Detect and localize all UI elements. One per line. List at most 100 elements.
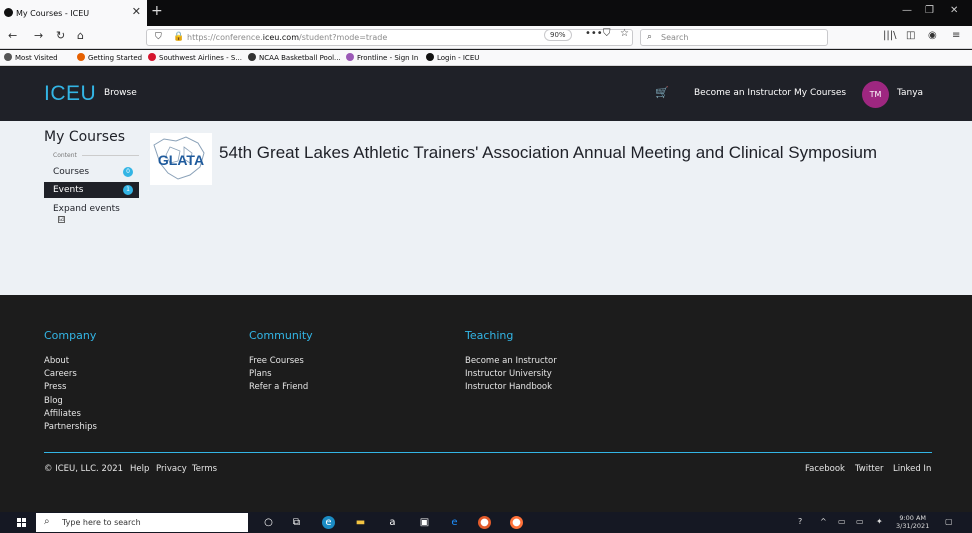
clock-date: 3/31/2021 — [896, 522, 930, 530]
search-input[interactable]: ⌕ Search — [640, 29, 828, 46]
taskbar-search-input[interactable]: ⌕ Type here to search — [36, 513, 248, 532]
network-icon[interactable]: ▭ — [838, 517, 846, 526]
back-icon[interactable]: ← — [8, 29, 17, 42]
internet-explorer-icon[interactable]: e — [448, 516, 461, 529]
edge-icon[interactable]: e — [322, 516, 335, 529]
menu-icon[interactable]: ≡ — [952, 30, 960, 41]
footer-link-facebook[interactable]: Facebook — [805, 464, 845, 474]
footer-link-terms[interactable]: Terms — [192, 464, 217, 474]
expand-events-label: Expand events — [53, 204, 120, 214]
footer-link-become-instructor[interactable]: Become an Instructor — [465, 356, 557, 366]
count-badge: 1 — [123, 185, 133, 195]
divider — [82, 155, 139, 156]
footer-link-instructor-handbook[interactable]: Instructor Handbook — [465, 382, 552, 392]
pocket-icon[interactable]: ⛉ — [603, 28, 611, 39]
search-icon: ⌕ — [44, 516, 50, 527]
bookmark-item[interactable]: NCAA Basketball Pool... — [248, 53, 341, 62]
iceu-logo[interactable]: ICEU — [44, 82, 96, 106]
minimize-icon[interactable]: — — [902, 5, 912, 16]
battery-icon[interactable]: ▭ — [856, 517, 864, 526]
file-explorer-icon[interactable]: ▬ — [354, 516, 367, 529]
footer-divider — [44, 452, 932, 453]
tab-title: My Courses - ICEU — [16, 8, 90, 18]
site-header: ICEU Browse 🛒 Become an Instructor My Co… — [0, 67, 972, 121]
footer-heading-teaching: Teaching — [465, 329, 514, 342]
footer-link-refer-a-friend[interactable]: Refer a Friend — [249, 382, 308, 392]
user-name[interactable]: Tanya — [897, 88, 923, 98]
footer-heading-company: Company — [44, 329, 97, 342]
chevron-up-icon[interactable]: ^ — [820, 517, 827, 526]
cortana-icon[interactable]: ○ — [262, 516, 275, 529]
tab-my-courses[interactable]: My Courses - ICEU ✕ — [0, 0, 147, 26]
system-clock[interactable]: 9:00 AM 3/31/2021 — [896, 514, 929, 530]
footer-link-careers[interactable]: Careers — [44, 369, 77, 379]
footer-link-privacy[interactable]: Privacy — [156, 464, 187, 474]
help-icon[interactable]: ? — [798, 517, 802, 526]
store-icon[interactable]: ▣ — [418, 516, 431, 529]
sidebar-item-courses[interactable]: Courses 0 — [44, 164, 139, 180]
become-instructor-link[interactable]: Become an Instructor — [694, 88, 791, 98]
footer-link-blog[interactable]: Blog — [44, 396, 63, 406]
page-actions-icon[interactable]: ••• — [585, 28, 603, 39]
zoom-level[interactable]: 90% — [544, 29, 572, 41]
bookmark-item[interactable]: Getting Started — [77, 53, 142, 62]
search-icon: ⌕ — [647, 32, 653, 42]
bookmark-item[interactable]: Frontline - Sign In — [346, 53, 418, 62]
lock-icon[interactable]: 🔒 — [173, 32, 184, 42]
close-window-icon[interactable]: ✕ — [950, 5, 958, 16]
cart-icon[interactable]: 🛒 — [655, 86, 669, 99]
bookmark-item[interactable]: Login - ICEU — [426, 53, 479, 62]
iceu-favicon-icon — [4, 8, 13, 17]
content-label: Content — [53, 152, 77, 159]
globe-icon — [248, 53, 256, 61]
windows-start-icon[interactable] — [17, 518, 26, 527]
sidebar-item-events[interactable]: Events 1 — [44, 182, 139, 198]
footer-link-press[interactable]: Press — [44, 382, 66, 392]
copyright: © ICEU, LLC. 2021 — [44, 464, 124, 474]
restore-icon[interactable]: ❐ — [925, 5, 934, 16]
course-logo[interactable]: GLATA — [150, 133, 212, 185]
frontline-icon — [346, 53, 354, 61]
firefox-icon — [77, 53, 85, 61]
bookmark-item[interactable]: Most Visited — [4, 53, 58, 62]
firefox-icon[interactable]: ● — [510, 516, 523, 529]
amazon-icon[interactable]: a — [386, 516, 399, 529]
course-title[interactable]: 54th Great Lakes Athletic Trainers' Asso… — [219, 143, 919, 162]
footer-link-partnerships[interactable]: Partnerships — [44, 422, 97, 432]
notifications-icon[interactable]: ▢ — [945, 517, 953, 526]
footer-link-linkedin[interactable]: Linked In — [893, 464, 931, 474]
avatar[interactable]: TM — [862, 81, 889, 108]
task-view-icon[interactable]: ⧉ — [290, 516, 303, 529]
footer-link-plans[interactable]: Plans — [249, 369, 272, 379]
bookmarks-toolbar: Most Visited Getting Started Southwest A… — [0, 50, 972, 66]
page-title: My Courses — [44, 129, 125, 145]
footer-link-about[interactable]: About — [44, 356, 69, 366]
bookmark-star-icon[interactable]: ☆ — [620, 28, 629, 39]
footer-link-instructor-university[interactable]: Instructor University — [465, 369, 552, 379]
dropbox-icon[interactable]: ✦ — [876, 517, 883, 526]
windows-taskbar: ⌕ Type here to search ○ ⧉ e ▬ a ▣ e ● ● … — [0, 512, 972, 533]
bookmark-item[interactable]: Southwest Airlines - S... — [148, 53, 242, 62]
browse-link[interactable]: Browse — [104, 88, 137, 98]
iceu-icon — [426, 53, 434, 61]
navigation-bar: ← → ↻ ⌂ ⛉ 🔒 https://conference.iceu.com/… — [0, 26, 972, 49]
footer-link-affiliates[interactable]: Affiliates — [44, 409, 81, 419]
tracking-shield-icon[interactable]: ⛉ — [155, 32, 162, 42]
close-tab-icon[interactable]: ✕ — [132, 5, 141, 18]
new-tab-button[interactable]: + — [151, 3, 163, 19]
heart-icon — [148, 53, 156, 61]
chrome-icon[interactable]: ● — [478, 516, 491, 529]
url-text[interactable]: https://conference.iceu.com/student?mode… — [187, 33, 387, 42]
forward-icon[interactable]: → — [34, 29, 43, 42]
extension-icon[interactable]: ◉ — [928, 30, 937, 41]
library-icon[interactable]: |||\ — [883, 30, 896, 41]
expand-events-checkbox[interactable]: ☑ — [58, 216, 65, 223]
my-courses-link[interactable]: My Courses — [794, 88, 846, 98]
footer-link-twitter[interactable]: Twitter — [855, 464, 884, 474]
footer-heading-community: Community — [249, 329, 313, 342]
footer-link-free-courses[interactable]: Free Courses — [249, 356, 304, 366]
home-icon[interactable]: ⌂ — [77, 29, 84, 42]
reload-icon[interactable]: ↻ — [56, 29, 65, 42]
footer-link-help[interactable]: Help — [130, 464, 149, 474]
sidebar-icon[interactable]: ◫ — [906, 30, 915, 41]
